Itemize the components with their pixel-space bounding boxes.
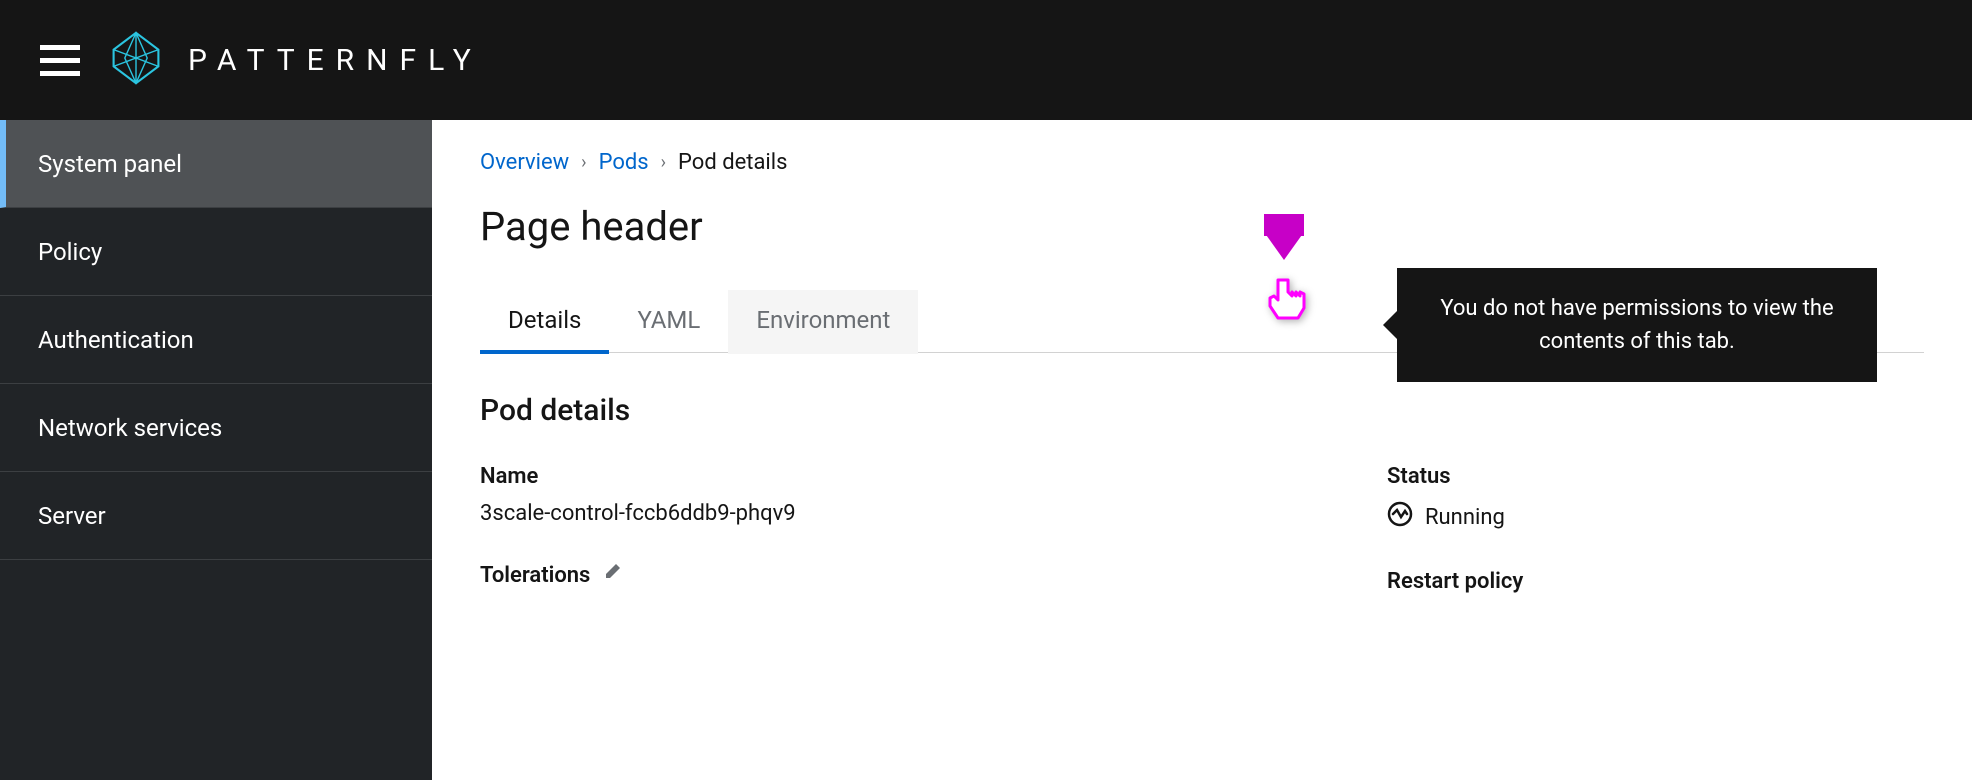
sidebar-item-network-services[interactable]: Network services	[0, 384, 432, 472]
details-col-right: Status Running Restart policy	[1387, 464, 1924, 606]
running-status-icon	[1387, 501, 1413, 533]
chevron-right-icon: ›	[581, 152, 586, 173]
permission-tooltip: You do not have permissions to view the …	[1397, 268, 1877, 382]
section-title: Pod details	[480, 393, 1924, 428]
field-label-name: Name	[480, 464, 1017, 489]
sidebar-item-system-panel[interactable]: System panel	[0, 120, 432, 208]
page-title: Page header	[480, 203, 1924, 250]
menu-toggle-button[interactable]	[40, 40, 80, 80]
sidebar-item-label: Network services	[38, 414, 222, 442]
patternfly-logo-icon	[108, 30, 164, 90]
field-label-restart-policy: Restart policy	[1387, 569, 1924, 594]
details-col-left: Name 3scale-control-fccb6ddb9-phqv9 Tole…	[480, 464, 1017, 606]
field-value-status: Running	[1387, 501, 1924, 533]
sidebar-item-label: Server	[38, 502, 106, 530]
sidebar-item-policy[interactable]: Policy	[0, 208, 432, 296]
breadcrumb-link-pods[interactable]: Pods	[599, 150, 649, 175]
main-content: Overview › Pods › Pod details Page heade…	[432, 120, 1972, 780]
tab-label: Details	[508, 306, 581, 334]
app-header: PATTERNFLY	[0, 0, 1972, 120]
tab-details[interactable]: Details	[480, 290, 609, 354]
sidebar-item-label: Policy	[38, 238, 102, 266]
brand-logo[interactable]: PATTERNFLY	[108, 30, 483, 90]
details-grid: Name 3scale-control-fccb6ddb9-phqv9 Tole…	[480, 464, 1924, 606]
tab-environment: Environment	[728, 290, 918, 354]
field-label-status: Status	[1387, 464, 1924, 489]
chevron-right-icon: ›	[661, 152, 666, 173]
tab-label: Environment	[756, 306, 890, 334]
field-value-name: 3scale-control-fccb6ddb9-phqv9	[480, 501, 1017, 526]
sidebar-item-authentication[interactable]: Authentication	[0, 296, 432, 384]
sidebar-item-server[interactable]: Server	[0, 472, 432, 560]
cursor-annotation	[1264, 232, 1304, 260]
pointer-hand-icon	[1264, 272, 1310, 332]
field-label-tolerations: Tolerations	[480, 562, 1017, 588]
sidebar-item-label: System panel	[38, 150, 182, 178]
breadcrumb-link-overview[interactable]: Overview	[480, 150, 569, 175]
pencil-edit-icon[interactable]	[602, 562, 622, 588]
tab-yaml[interactable]: YAML	[609, 290, 728, 354]
sidebar-nav: System panel Policy Authentication Netwo…	[0, 120, 432, 780]
sidebar-item-label: Authentication	[38, 326, 194, 354]
breadcrumb: Overview › Pods › Pod details	[480, 150, 1924, 175]
tab-label: YAML	[637, 306, 700, 334]
breadcrumb-current: Pod details	[678, 150, 787, 175]
tooltip-text: You do not have permissions to view the …	[1440, 296, 1833, 354]
brand-text: PATTERNFLY	[188, 43, 483, 78]
